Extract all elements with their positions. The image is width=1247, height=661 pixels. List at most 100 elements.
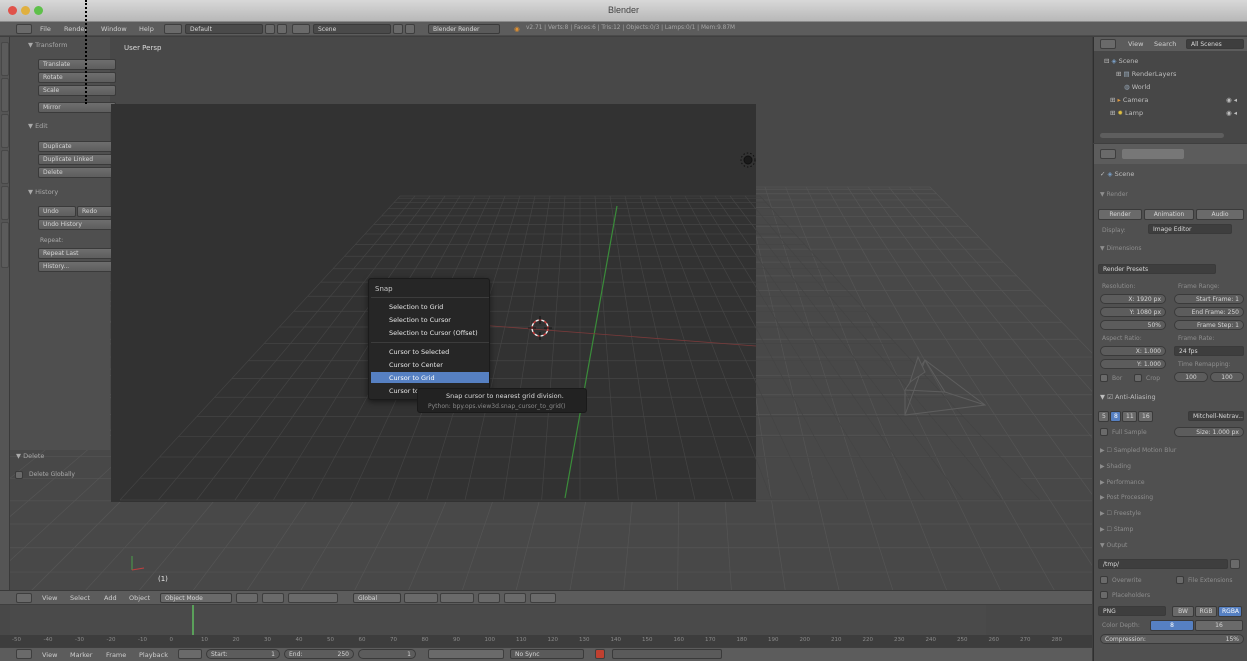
frame-step-field[interactable]: Frame Step: 1 [1174,320,1244,330]
outliner-filter-select[interactable]: All Scenes [1186,39,1244,49]
border-checkbox[interactable] [1100,374,1108,382]
crop-checkbox[interactable] [1134,374,1142,382]
start-frame-field[interactable]: Start Frame: 1 [1174,294,1244,304]
panel-stamp[interactable]: ▶ ☐ Stamp [1100,526,1133,533]
outliner-item-world[interactable]: ◍ World [1124,83,1150,91]
menu-item-cursor-to-grid[interactable]: Cursor to Grid [371,372,489,383]
render-presets-select[interactable]: Render Presets [1098,264,1216,274]
sync-mode-select[interactable]: No Sync [510,649,584,659]
visibility-eye-icon[interactable]: ◉ ◂ [1226,96,1237,104]
object-mode-select[interactable]: Object Mode [160,593,232,603]
outliner-menu-search[interactable]: Search [1154,40,1176,48]
aa-size-field[interactable]: Size: 1.000 px [1174,427,1244,437]
aa-samples-16[interactable]: 16 [1138,411,1153,422]
aa-samples-11[interactable]: 11 [1122,411,1137,422]
dimensions-panel-header[interactable]: ▼ Dimensions [1100,245,1142,252]
panel-post-processing[interactable]: ▶ Post Processing [1100,494,1153,501]
tl-menu-playback[interactable]: Playback [139,651,168,659]
fps-select[interactable]: 24 fps [1174,346,1244,356]
editor-type-icon[interactable] [16,593,32,603]
pivot-point-icon[interactable] [262,593,284,603]
end-frame-field[interactable]: End: 250 [284,649,354,659]
preview-range-icon[interactable] [178,649,202,659]
menu-item-cursor-to-center[interactable]: Cursor to Center [371,359,489,370]
aspect-y-field[interactable]: Y: 1.000 [1100,359,1166,369]
animation-button[interactable]: Animation [1144,209,1194,220]
menu-item-selection-to-cursor[interactable]: Selection to Cursor [371,314,489,325]
outliner-item-renderlayers[interactable]: ⊞ ▤ RenderLayers [1116,70,1176,78]
start-frame-field[interactable]: Start: 1 [206,649,280,659]
output-panel-header[interactable]: ▼ Output [1100,542,1127,549]
context-tabs[interactable] [1122,149,1184,159]
panel-sampled-motion-blur[interactable]: ▶ ☐ Sampled Motion Blur [1100,447,1176,454]
aa-filter-select[interactable]: Mitchell-Netrav... [1188,411,1244,421]
compression-slider[interactable]: Compression: 15% [1100,634,1244,644]
layer-buttons[interactable] [440,593,474,603]
menu-view[interactable]: View [42,594,57,602]
panel-freestyle[interactable]: ▶ ☐ Freestyle [1100,510,1141,517]
outliner-menu-view[interactable]: View [1128,40,1143,48]
visibility-eye-icon[interactable]: ◉ ◂ [1226,109,1237,117]
file-format-select[interactable]: PNG [1098,606,1166,616]
playback-controls[interactable] [428,649,504,659]
transform-orientation-select[interactable]: Global [353,593,401,603]
menu-item-cursor-to-selected[interactable]: Cursor to Selected [371,346,489,357]
keying-set-field[interactable] [612,649,722,659]
editor-type-icon[interactable] [1100,39,1116,49]
tl-menu-frame[interactable]: Frame [106,651,126,659]
remap-new-field[interactable]: 100 [1210,372,1244,382]
outliner-item-camera[interactable]: ⊞ ▸ Camera [1110,96,1148,104]
color-mode-rgb[interactable]: RGB [1195,606,1217,617]
placeholders-checkbox[interactable] [1100,591,1108,599]
tl-menu-marker[interactable]: Marker [70,651,92,659]
resolution-y-field[interactable]: Y: 1080 px [1100,307,1166,317]
menu-item-selection-to-cursor-offset[interactable]: Selection to Cursor (Offset) [371,327,489,338]
proportional-edit-icon[interactable] [504,593,526,603]
menu-add[interactable]: Add [104,594,117,602]
overwrite-checkbox[interactable] [1100,576,1108,584]
panel-performance[interactable]: ▶ Performance [1100,479,1145,486]
outliner-scrollbar[interactable] [1100,133,1224,138]
outliner-item-scene[interactable]: ⊟ ◈ Scene [1104,57,1138,65]
current-frame-field[interactable]: 1 [358,649,416,659]
snap-icon[interactable] [478,593,500,603]
timeline[interactable]: -50 -40 -30 -20 -10 0 10 20 30 40 50 60 70 80 90 100 110… [0,605,1092,647]
file-extensions-checkbox[interactable] [1176,576,1184,584]
ruler-tick-label: 30 [264,637,271,643]
playhead[interactable] [192,605,194,635]
output-path-field[interactable]: /tmp/ [1098,559,1228,569]
aa-samples-5[interactable]: 5 [1098,411,1109,422]
render-panel-header[interactable]: ▼ Render [1100,191,1128,198]
outliner-item-lamp[interactable]: ⊞ ✹ Lamp [1110,109,1143,117]
resolution-percent-field[interactable]: 50% [1100,320,1166,330]
timeline-area[interactable] [10,605,986,635]
color-depth-16[interactable]: 16 [1195,620,1243,631]
color-depth-8[interactable]: 8 [1150,620,1194,631]
manipulator-icons[interactable] [288,593,338,603]
anti-aliasing-panel-header[interactable]: ▼ ☑ Anti-Aliasing [1100,393,1156,401]
audio-button[interactable]: Audio [1196,209,1244,220]
menu-object[interactable]: Object [129,594,150,602]
render-preview-icon[interactable] [530,593,556,603]
viewport-shading-icon[interactable] [236,593,258,603]
editor-type-icon[interactable] [16,649,32,659]
editor-type-icon[interactable] [1100,149,1116,159]
aa-samples-8[interactable]: 8 [1110,411,1121,422]
layer-buttons[interactable] [404,593,438,603]
aspect-x-field[interactable]: X: 1.000 [1100,346,1166,356]
record-icon[interactable] [595,649,605,659]
end-frame-field[interactable]: End Frame: 250 [1174,307,1244,317]
menu-item-selection-to-grid[interactable]: Selection to Grid [371,301,489,312]
menu-select[interactable]: Select [70,594,90,602]
color-mode-rgba[interactable]: RGBA [1218,606,1242,617]
display-select[interactable]: Image Editor [1148,224,1232,234]
render-button[interactable]: Render [1098,209,1142,220]
tl-menu-view[interactable]: View [42,651,57,659]
color-mode-bw[interactable]: BW [1172,606,1194,617]
remap-old-field[interactable]: 100 [1174,372,1208,382]
panel-shading[interactable]: ▶ Shading [1100,463,1131,470]
full-sample-checkbox[interactable] [1100,428,1108,436]
folder-icon[interactable] [1230,559,1240,569]
resolution-x-field[interactable]: X: 1920 px [1100,294,1166,304]
ruler-tick-label: -40 [43,637,53,643]
